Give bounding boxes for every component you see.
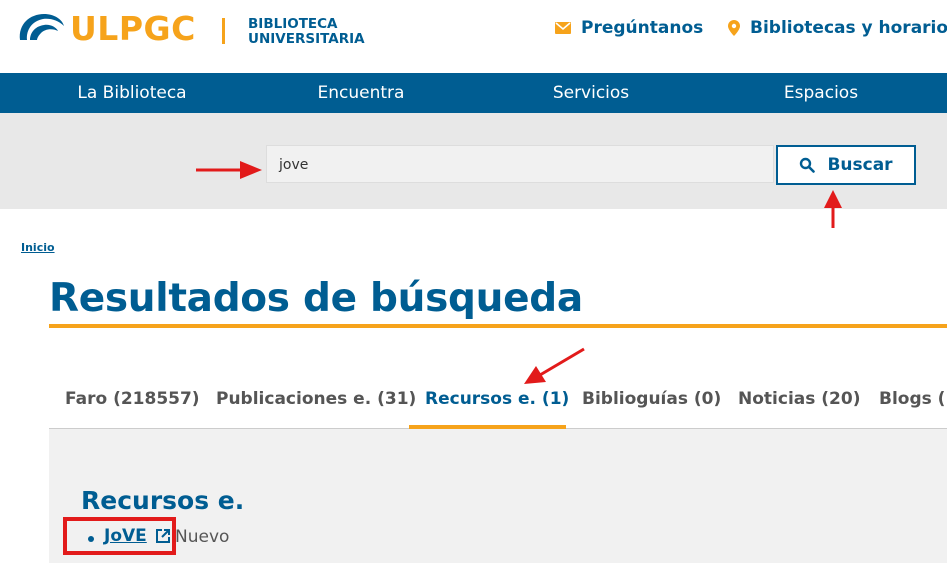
library-name[interactable]: BIBLIOTECA UNIVERSITARIA [248,17,365,47]
nav-item-encuentra[interactable]: Encuentra [251,73,471,113]
search-button-label: Buscar [827,155,893,175]
new-badge: Nuevo [175,527,230,547]
annotation-arrow-right [196,161,262,179]
page-title: Resultados de búsqueda [49,276,583,321]
libraries-hours-link[interactable]: Bibliotecas y horarios [728,18,947,38]
annotation-arrow-up [824,190,842,228]
tab-noticias[interactable]: Noticias (20) [738,370,860,428]
search-button[interactable]: Buscar [776,145,916,185]
title-underline [49,324,947,328]
search-input[interactable]: jove [266,145,774,183]
ask-us-link[interactable]: Pregúntanos [555,18,703,38]
logo-text[interactable]: ULPGC [70,9,196,48]
search-icon [800,157,816,173]
ulpgc-logo-icon[interactable] [16,10,66,46]
ask-us-label: Pregúntanos [581,18,704,38]
site-header: ULPGC BIBLIOTECA UNIVERSITARIA Pregúntan… [0,0,947,73]
nav-item-servicios[interactable]: Servicios [481,73,701,113]
results-section-title: Recursos e. [81,486,245,515]
results-tabs: Faro (218557) Publicaciones e. (31) Recu… [49,370,947,429]
library-name-line2: UNIVERSITARIA [248,31,365,47]
tab-recursos-e[interactable]: Recursos e. (1) [425,370,569,428]
library-name-line1: BIBLIOTECA [248,16,338,32]
tab-biblioguias[interactable]: Biblioguías (0) [582,370,721,428]
location-pin-icon [728,20,740,36]
breadcrumb-home-link[interactable]: Inicio [21,241,55,254]
tab-faro[interactable]: Faro (218557) [65,370,200,428]
envelope-icon [555,22,571,34]
logo-separator [222,18,225,44]
annotation-highlight-box [63,517,176,555]
tab-publicaciones-e[interactable]: Publicaciones e. (31) [216,370,416,428]
tab-blogs[interactable]: Blogs (1 [879,370,947,428]
nav-item-la-biblioteca[interactable]: La Biblioteca [22,73,242,113]
nav-item-espacios[interactable]: Espacios [711,73,931,113]
libraries-hours-label: Bibliotecas y horarios [750,18,947,38]
main-nav: La Biblioteca Encuentra Servicios Espaci… [0,73,947,113]
